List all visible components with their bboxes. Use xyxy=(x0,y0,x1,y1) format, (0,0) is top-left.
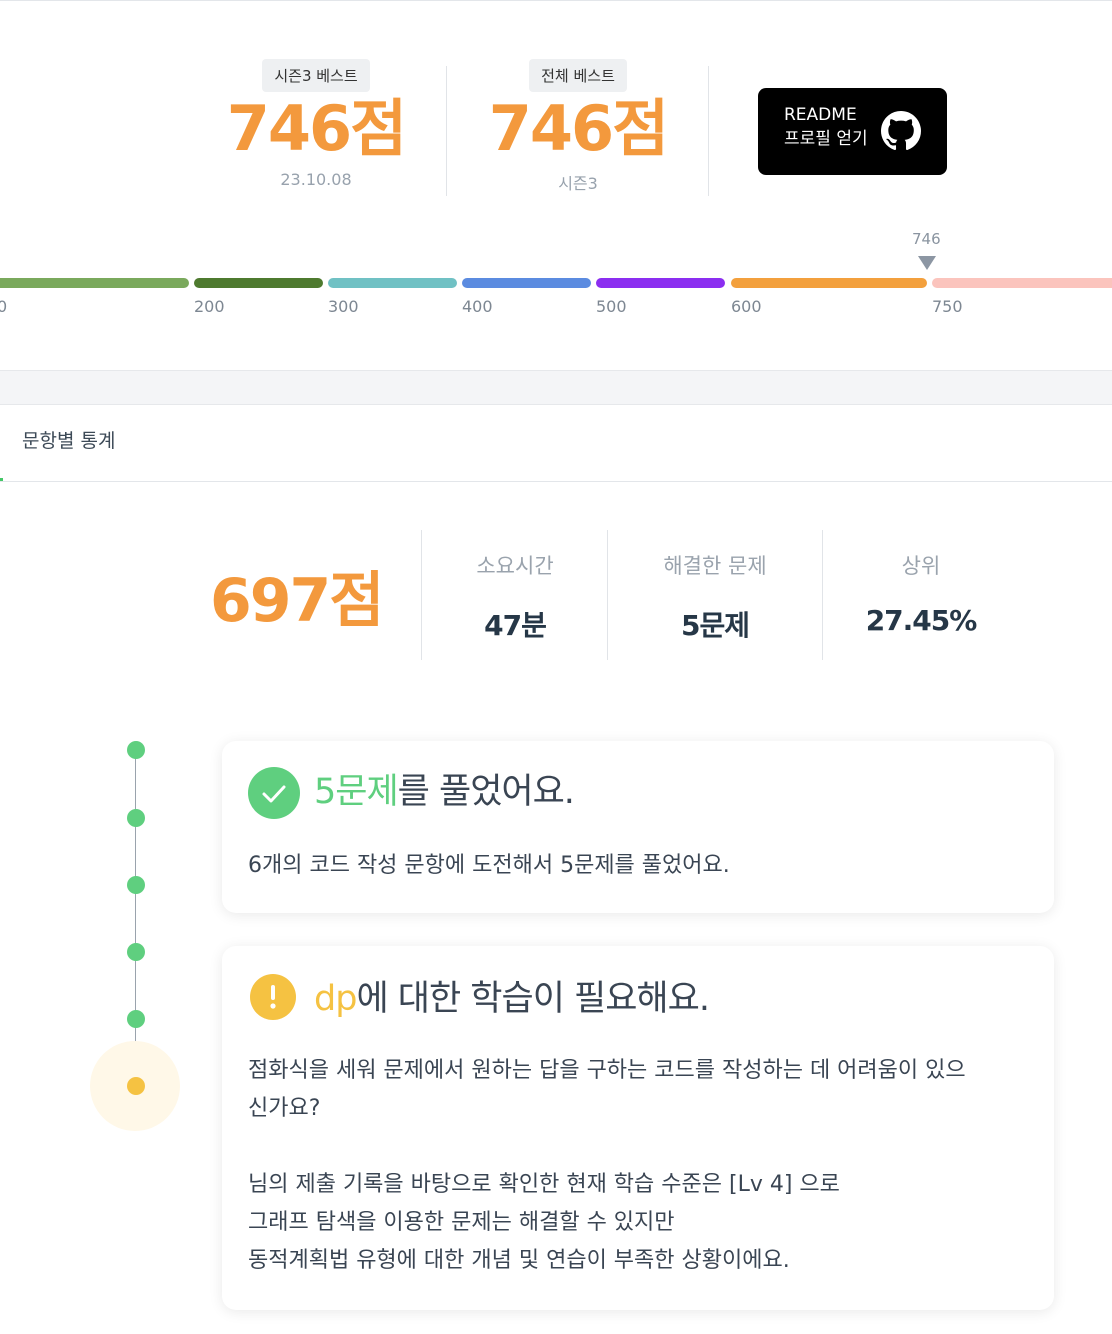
exclamation-icon xyxy=(250,974,296,1020)
season-best-score: 746점 xyxy=(226,92,407,165)
top-border xyxy=(0,0,1112,1)
stat-rank-label: 상위 xyxy=(901,554,941,578)
study-card-title: dp에 대한 학습이 필요해요. xyxy=(314,970,710,1021)
timeline-dot xyxy=(127,876,145,894)
timeline-line xyxy=(135,750,136,1086)
solved-card-highlight: 5문제 xyxy=(314,772,399,812)
study-card-detail-line: 그래프 탐색을 이용한 문제는 해결할 수 있지만 xyxy=(248,1210,675,1235)
level-segment xyxy=(194,278,323,288)
stat-rank-value: 27.45% xyxy=(865,604,978,637)
study-card-question-line: 점화식을 세워 문제에서 원하는 답을 구하는 코드를 작성하는 데 어려움이 … xyxy=(248,1058,966,1083)
check-icon xyxy=(248,767,300,819)
level-marker-value: 746 xyxy=(912,230,941,248)
solved-card-title-rest: 를 풀었어요. xyxy=(397,772,575,812)
level-marker-icon xyxy=(918,256,936,270)
study-card-highlight: dp xyxy=(314,979,357,1019)
divider xyxy=(708,66,709,196)
level-tick: 200 xyxy=(194,297,225,316)
season-best-badge: 시즌3 베스트 xyxy=(262,59,370,92)
timeline-dot xyxy=(127,741,145,759)
solved-card-title: 5문제를 풀었어요. xyxy=(314,763,575,814)
readme-button-line2: 프로필 얻기 xyxy=(784,129,868,149)
level-tick: 400 xyxy=(462,297,493,316)
stat-solved: 해결한 문제 5문제 xyxy=(608,550,822,644)
study-card-detail-line: 동적계획법 유형에 대한 개념 및 연습이 부족한 상황이에요. xyxy=(248,1248,790,1273)
level-segment xyxy=(731,278,927,288)
test-score: 697점 xyxy=(210,566,384,636)
divider xyxy=(446,66,447,196)
solved-summary-card: 5문제를 풀었어요. 6개의 코드 작성 문항에 도전해서 5문제를 풀었어요. xyxy=(222,741,1054,913)
study-card-detail: 님의 제출 기록을 바탕으로 확인한 현재 학습 수준은 [Lv 4] 으로 그… xyxy=(248,1166,1038,1280)
level-tick: 500 xyxy=(596,297,627,316)
tab-divider xyxy=(0,481,1112,482)
season-best-date: 23.10.08 xyxy=(280,170,352,189)
stat-time-label: 소요시간 xyxy=(476,554,554,578)
season-best: 시즌3 베스트 746점 23.10.08 xyxy=(216,59,416,189)
overall-best-badge: 전체 베스트 xyxy=(529,59,627,92)
study-card-detail-line: 님의 제출 기록을 바탕으로 확인한 현재 학습 수준은 [Lv 4] 으로 xyxy=(248,1172,840,1197)
stat-rank: 상위 27.45% xyxy=(823,550,1019,637)
level-segment xyxy=(462,278,591,288)
study-card-question-line: 신가요? xyxy=(248,1096,321,1121)
overall-best-season: 시즌3 xyxy=(558,174,598,193)
level-segment xyxy=(932,278,1112,288)
overall-best-score: 746점 xyxy=(488,92,669,165)
timeline-current-dot xyxy=(127,1077,145,1095)
level-segment xyxy=(596,278,725,288)
github-icon xyxy=(881,111,921,151)
tab-question-stats[interactable]: 문항별 통계 xyxy=(22,426,115,453)
stat-time-value: 47분 xyxy=(484,609,547,642)
section-band xyxy=(0,370,1112,405)
solved-card-body: 6개의 코드 작성 문항에 도전해서 5문제를 풀었어요. xyxy=(248,853,730,878)
study-card-question: 점화식을 세워 문제에서 원하는 답을 구하는 코드를 작성하는 데 어려움이 … xyxy=(248,1052,1038,1128)
level-tick: 300 xyxy=(328,297,359,316)
study-needed-card: dp에 대한 학습이 필요해요. 점화식을 세워 문제에서 원하는 답을 구하는… xyxy=(222,946,1054,1310)
divider xyxy=(421,530,422,660)
overall-best: 전체 베스트 746점 시즌3 xyxy=(478,59,678,194)
level-tick: 750 xyxy=(932,297,963,316)
timeline-dot xyxy=(127,943,145,961)
level-segment xyxy=(328,278,457,288)
stat-time: 소요시간 47분 xyxy=(423,550,607,644)
level-tick: 600 xyxy=(731,297,762,316)
stat-solved-label: 해결한 문제 xyxy=(663,554,767,578)
level-tick: 0 xyxy=(0,297,8,316)
timeline-dot xyxy=(127,1010,145,1028)
readme-profile-button[interactable]: README 프로필 얻기 xyxy=(758,88,947,175)
level-segment xyxy=(0,278,189,288)
readme-button-line1: README xyxy=(784,105,857,125)
timeline-dot xyxy=(127,809,145,827)
stat-solved-value: 5문제 xyxy=(680,609,750,642)
study-card-title-rest: 에 대한 학습이 필요해요. xyxy=(356,979,710,1019)
